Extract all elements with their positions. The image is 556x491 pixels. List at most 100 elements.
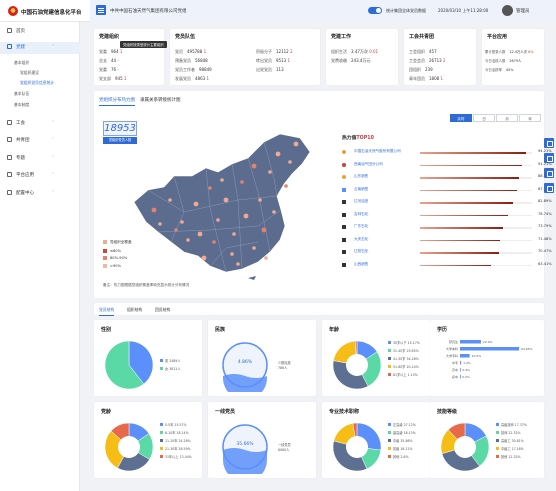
segment-realtime[interactable]: 实时	[450, 114, 472, 122]
legend-item: 一线党员 6060人	[278, 443, 291, 452]
rank-icon	[342, 250, 346, 254]
subitem-org-stats[interactable]: 党组织党员信息统计	[20, 80, 54, 86]
chevron-up-icon: ˄	[51, 45, 54, 50]
doc-icon[interactable]	[544, 138, 554, 148]
tab-heatmap[interactable]: 党组织分布热力图	[99, 97, 135, 106]
hot-row[interactable]: 山西销售 63.41%	[342, 261, 552, 270]
hot-value: 73.79%	[538, 224, 552, 228]
partyage-pie	[104, 422, 154, 472]
hot-name: 山西销售	[354, 261, 369, 266]
hot-row[interactable]: 西南油气田分公司 91.21%	[342, 162, 552, 170]
chart-card-education: 学历 研究生 22.9% 大学本科 64.65% 大学专科 10.5% 中专 1.2% 高中 0.4…	[430, 320, 544, 396]
map-marker	[288, 160, 292, 164]
hot-title-em: TOP10	[356, 136, 374, 141]
user-name[interactable]: 管理员	[516, 8, 530, 14]
hot-title: 热力值TOP10	[342, 134, 374, 141]
legend-swatch	[103, 240, 107, 244]
stat-card-org: 党建组织 党委 964 1 总支 44 - 党委 76 - 党支部 945 1	[94, 29, 164, 85]
china-map[interactable]	[114, 130, 329, 280]
chevron-down-icon: ˅	[51, 156, 54, 161]
rank-icon	[342, 237, 346, 242]
chart-icon[interactable]	[544, 168, 554, 178]
stat-row: 转出党员 9513 1	[256, 58, 291, 63]
rank-icon	[342, 150, 346, 154]
hot-bar	[420, 264, 492, 266]
techtitle-pie	[332, 422, 382, 472]
search-icon[interactable]	[544, 183, 554, 193]
segment-day[interactable]: 日	[473, 114, 495, 122]
stat-row: 党委 964 1	[99, 49, 123, 54]
hot-name: 山东销售	[354, 174, 369, 178]
legend-item: 6-10年 18.14%	[160, 430, 189, 435]
legend-item: 正高级 27.12%	[388, 422, 416, 427]
sidebar-item-home[interactable]: 首页	[0, 26, 80, 38]
legend-item: 0-5年 15.57%	[160, 422, 187, 427]
chevron-down-icon: ˅	[51, 173, 54, 178]
sidebar-item-league[interactable]: 共青团 ˅	[0, 135, 80, 147]
sidebar-item-topic[interactable]: 专题 ˅	[0, 153, 80, 165]
legend-swatch	[496, 431, 499, 434]
sidebar-item-party[interactable]: 党建 ˄	[0, 42, 80, 54]
hot-row[interactable]: 中国石油天然气股份有限公司 94.21%	[342, 149, 552, 157]
map-marker	[168, 198, 172, 202]
sidebar-item-union[interactable]: 工会 ˅	[0, 118, 80, 130]
subitem-org-build[interactable]: 党组织建设	[20, 70, 39, 76]
legend-item: 中级 35.86%	[388, 438, 413, 443]
legend-swatch	[388, 357, 391, 360]
hot-bar	[420, 152, 526, 154]
map-marker	[223, 197, 229, 203]
legend-item: 30岁以下 15.17%	[388, 340, 420, 345]
hot-bar	[420, 239, 501, 241]
legend-item: 初级 18.11%	[388, 446, 413, 451]
map-marker	[174, 228, 178, 232]
map-marker	[251, 163, 257, 169]
stat-row: 预备党员 56848	[175, 58, 208, 63]
tab-org-structure[interactable]: 组织结构	[127, 307, 142, 313]
sidebar-item-apps[interactable]: 平台应用 ˅	[0, 170, 80, 182]
hot-row[interactable]: 山东销售 88.25%	[342, 174, 552, 182]
segment-year[interactable]: 年	[519, 114, 541, 122]
segment-month[interactable]: 月	[496, 114, 518, 122]
app-title: 中国石油党建信息化平台	[21, 10, 82, 16]
hot-value: 82.89%	[538, 199, 552, 203]
hot-row[interactable]: 广东石化 73.79%	[342, 224, 552, 232]
data-scope-toggle[interactable]	[368, 7, 382, 14]
subitem-system[interactable]: 基本制度	[14, 102, 29, 108]
legend-swatch	[388, 373, 391, 376]
chart-title: 党龄	[101, 409, 112, 415]
card-title: 党建工作	[331, 34, 352, 40]
bar-label: 大学专科	[446, 353, 458, 358]
gauge-fill	[223, 448, 267, 474]
hot-value: 63.41%	[538, 261, 552, 266]
union-icon	[7, 120, 12, 125]
top-bar: 中国石油党建信息化平台 中共中国石油天然气集团有限公司党组 统计集团全体党员数据…	[0, 0, 556, 22]
tab-member-structure[interactable]: 党员结构	[99, 307, 115, 316]
hot-row[interactable]: 辽阳石化 70.47%	[342, 249, 552, 257]
subitem-team[interactable]: 基本队伍	[14, 91, 29, 97]
rank-icon	[342, 262, 346, 267]
chevron-down-icon: ˅	[51, 121, 54, 126]
stat-row: 党支部 945 1	[99, 76, 127, 81]
chart-card-age: 年龄 30岁以下 15.17% 31-40岁 25.65% 41-50岁 34.28%…	[322, 320, 430, 396]
hot-row[interactable]: 辽河油田 82.89%	[342, 199, 552, 207]
menu-icon[interactable]	[96, 5, 106, 15]
hot-row[interactable]: 云南销售 87.05%	[342, 187, 552, 195]
legend-swatch	[388, 341, 391, 344]
sidebar-item-label: 工会	[16, 121, 25, 126]
hot-row[interactable]: 大庆石化 71.48%	[342, 237, 552, 245]
tab-transfer[interactable]: 隶属关系转接统计图	[140, 97, 181, 103]
donut-hole	[118, 436, 140, 458]
legend-item: 技师 22.32%	[496, 430, 521, 435]
sidebar-item-config[interactable]: 配置中心 ˅	[0, 188, 80, 200]
hot-row[interactable]: 吉林石化 78.74%	[342, 212, 552, 220]
subitem-basic-org[interactable]: 基本组织	[14, 60, 29, 66]
sidebar-item-label: 平台应用	[16, 173, 34, 178]
avatar[interactable]	[502, 5, 513, 16]
legend-swatch	[160, 431, 163, 434]
bar	[460, 368, 461, 372]
chart-card-techtitle: 专业技术职称 正高级 27.12% 副高级 16.13% 中级 35.86% 初级 18…	[322, 402, 430, 478]
report-icon[interactable]	[544, 153, 554, 163]
ethnic-gauge: 4.86%	[222, 342, 268, 392]
tab-league-structure[interactable]: 团员结构	[155, 307, 170, 313]
card-title: 平台应用	[487, 34, 508, 40]
